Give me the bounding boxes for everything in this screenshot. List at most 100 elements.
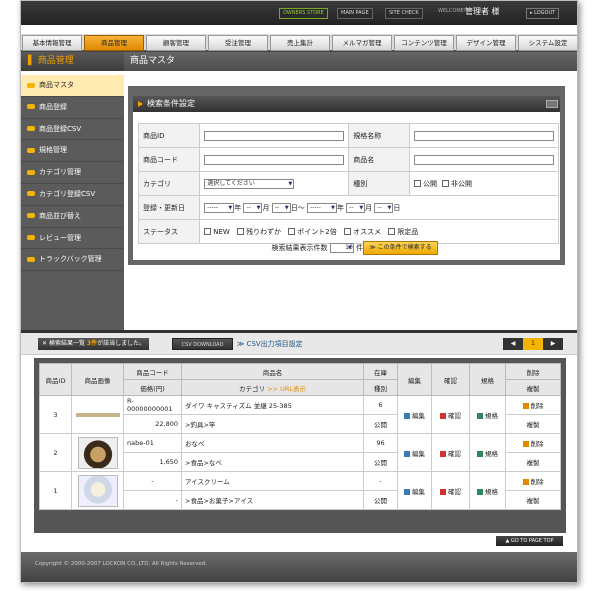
search-panel-inner: 検索条件設定 商品ID 規格名称 商品コード 商品名 カテゴリ 選択してください… bbox=[133, 96, 560, 260]
main-page-button[interactable]: MAIN PAGE bbox=[337, 8, 373, 19]
tab-system[interactable]: システム設定 bbox=[518, 35, 577, 51]
product-code: R-00000000001 bbox=[123, 395, 182, 415]
copy-link[interactable]: 複製 bbox=[505, 490, 561, 510]
cell bbox=[199, 123, 350, 148]
search-button[interactable]: ≫ この条件で検索する bbox=[363, 241, 438, 255]
end-year-select[interactable]: ----- bbox=[306, 202, 337, 213]
spec-name-input[interactable] bbox=[414, 130, 554, 141]
end-day-select[interactable]: -- bbox=[374, 202, 394, 213]
confirm-link[interactable]: 確認 bbox=[431, 395, 470, 434]
product-image-cell bbox=[71, 471, 124, 510]
confirm-link[interactable]: 確認 bbox=[431, 471, 470, 510]
edit-icon bbox=[404, 412, 410, 419]
sidebar-item-review[interactable]: レビュー管理 bbox=[21, 228, 124, 250]
site-check-button[interactable]: SITE CHECK bbox=[385, 8, 423, 19]
logout-button[interactable]: ▸ LOGOUT bbox=[526, 8, 560, 19]
confirm-link[interactable]: 確認 bbox=[431, 433, 470, 472]
public-checkbox[interactable] bbox=[414, 180, 421, 187]
prev-page-button[interactable]: ◀ bbox=[503, 338, 523, 350]
spec-icon bbox=[477, 488, 483, 495]
bullet-icon: ▌ bbox=[28, 56, 35, 66]
cell bbox=[199, 147, 350, 172]
status-limited-label: 限定品 bbox=[397, 227, 419, 236]
folder-icon bbox=[27, 126, 35, 132]
sidebar-item-category[interactable]: カテゴリ管理 bbox=[21, 162, 124, 184]
category-path: >食品>なべ bbox=[181, 452, 364, 472]
spec-link[interactable]: 規格 bbox=[469, 471, 506, 510]
next-page-button[interactable]: ▶ bbox=[543, 338, 563, 350]
status-recommend-checkbox[interactable] bbox=[344, 228, 351, 235]
table-row: 2 nabe-01 おなべ 96 編集 確認 規格 削除 bbox=[39, 433, 561, 472]
status-new-checkbox[interactable] bbox=[204, 228, 212, 235]
end-month-select[interactable]: -- bbox=[346, 202, 366, 213]
status-few-checkbox[interactable] bbox=[237, 228, 245, 235]
private-checkbox[interactable] bbox=[442, 180, 449, 187]
sidebar-item-product-master[interactable]: 商品マスタ bbox=[21, 75, 124, 97]
results-message: ✕ 検索結果一覧 3件が該当しました。 bbox=[38, 338, 150, 350]
collapse-icon[interactable] bbox=[546, 100, 558, 108]
product-id: 3 bbox=[39, 395, 72, 434]
sidebar-item-product-register[interactable]: 商品登録 bbox=[21, 97, 124, 119]
product-code: - bbox=[123, 471, 182, 491]
sidebar-item-spec[interactable]: 規格管理 bbox=[21, 140, 124, 163]
start-day-select[interactable]: -- bbox=[271, 202, 291, 213]
per-page-select[interactable]: 10 bbox=[329, 243, 354, 253]
product-id: 1 bbox=[39, 471, 72, 510]
sidebar: 商品マスタ 商品登録 商品登録CSV 規格管理 カテゴリ管理 カテゴリ登録CSV… bbox=[21, 75, 124, 330]
product-id-input[interactable] bbox=[204, 130, 345, 141]
tab-design[interactable]: デザイン管理 bbox=[456, 35, 516, 51]
tab-customers[interactable]: 顧客管理 bbox=[146, 35, 206, 51]
kind: 公開 bbox=[363, 414, 398, 434]
category-select[interactable]: 選択してください bbox=[204, 178, 295, 189]
delete-icon bbox=[522, 403, 529, 409]
product-name-input[interactable] bbox=[414, 154, 554, 165]
tab-basic-info[interactable]: 基本情報管理 bbox=[22, 35, 82, 51]
delete-link[interactable]: 削除 bbox=[505, 471, 561, 491]
sidebar-item-trackback[interactable]: トラックバック管理 bbox=[21, 249, 124, 272]
spec-link[interactable]: 規格 bbox=[469, 395, 506, 434]
per-page-label: 検索結果表示件数 bbox=[271, 244, 328, 252]
results-table-wrap: 商品ID 商品画像 商品コード 商品名 在庫 編集 確認 規格 削除 価格(円)… bbox=[34, 358, 566, 533]
pager: ◀ 1 ▶ bbox=[503, 338, 563, 350]
search-panel-title: 検索条件設定 bbox=[133, 96, 560, 112]
tab-products[interactable]: 商品管理 bbox=[84, 35, 144, 51]
csv-settings-link[interactable]: ≫ CSV出力項目設定 bbox=[237, 339, 303, 349]
page-title: 商品マスタ bbox=[124, 52, 577, 71]
category-path: >釣具>竿 bbox=[181, 414, 364, 434]
col-code: 商品コード bbox=[123, 363, 182, 380]
copy-link[interactable]: 複製 bbox=[505, 452, 561, 472]
edit-link[interactable]: 編集 bbox=[397, 471, 432, 510]
product-code-input[interactable] bbox=[204, 154, 345, 165]
delete-link[interactable]: 削除 bbox=[505, 433, 561, 453]
cell bbox=[409, 147, 559, 172]
delete-link[interactable]: 削除 bbox=[505, 395, 561, 415]
csv-download-button[interactable]: CSV DOWNLOAD bbox=[172, 338, 233, 350]
edit-icon bbox=[404, 450, 410, 457]
page-number[interactable]: 1 bbox=[523, 338, 543, 350]
start-year-select[interactable]: ----- bbox=[204, 202, 235, 213]
month-unit: 月 bbox=[365, 203, 373, 212]
start-month-select[interactable]: -- bbox=[243, 202, 263, 213]
tab-sales[interactable]: 売上集計 bbox=[270, 35, 330, 51]
copy-link[interactable]: 複製 bbox=[505, 414, 561, 434]
url-display-link[interactable]: >> URL表示 bbox=[267, 385, 306, 393]
tab-contents[interactable]: コンテンツ管理 bbox=[394, 35, 454, 51]
spec-link[interactable]: 規格 bbox=[469, 433, 506, 472]
edit-link[interactable]: 編集 bbox=[397, 433, 432, 472]
public-label: 公開 bbox=[423, 179, 437, 188]
tab-orders[interactable]: 受注管理 bbox=[208, 35, 268, 51]
folder-icon bbox=[27, 104, 35, 110]
edit-link[interactable]: 編集 bbox=[397, 395, 432, 434]
day-unit: 日 bbox=[393, 203, 401, 212]
owners-store-button[interactable]: OWNERS STORE bbox=[279, 8, 328, 19]
sidebar-item-product-csv[interactable]: 商品登録CSV bbox=[21, 119, 124, 141]
folder-icon bbox=[27, 191, 35, 197]
tab-mailmag[interactable]: メルマガ管理 bbox=[332, 35, 392, 51]
go-to-top-button[interactable]: ▲ GO TO PAGE TOP bbox=[496, 536, 563, 546]
category-path: >食品>お菓子>アイス bbox=[181, 490, 364, 510]
status-limited-checkbox[interactable] bbox=[388, 228, 396, 235]
sidebar-item-category-csv[interactable]: カテゴリ登録CSV bbox=[21, 184, 124, 206]
status-point-checkbox[interactable] bbox=[288, 228, 296, 235]
sidebar-item-sort[interactable]: 商品並び替え bbox=[21, 206, 124, 228]
table-row: 1 - アイスクリーム - 編集 確認 規格 削除 bbox=[39, 471, 561, 510]
